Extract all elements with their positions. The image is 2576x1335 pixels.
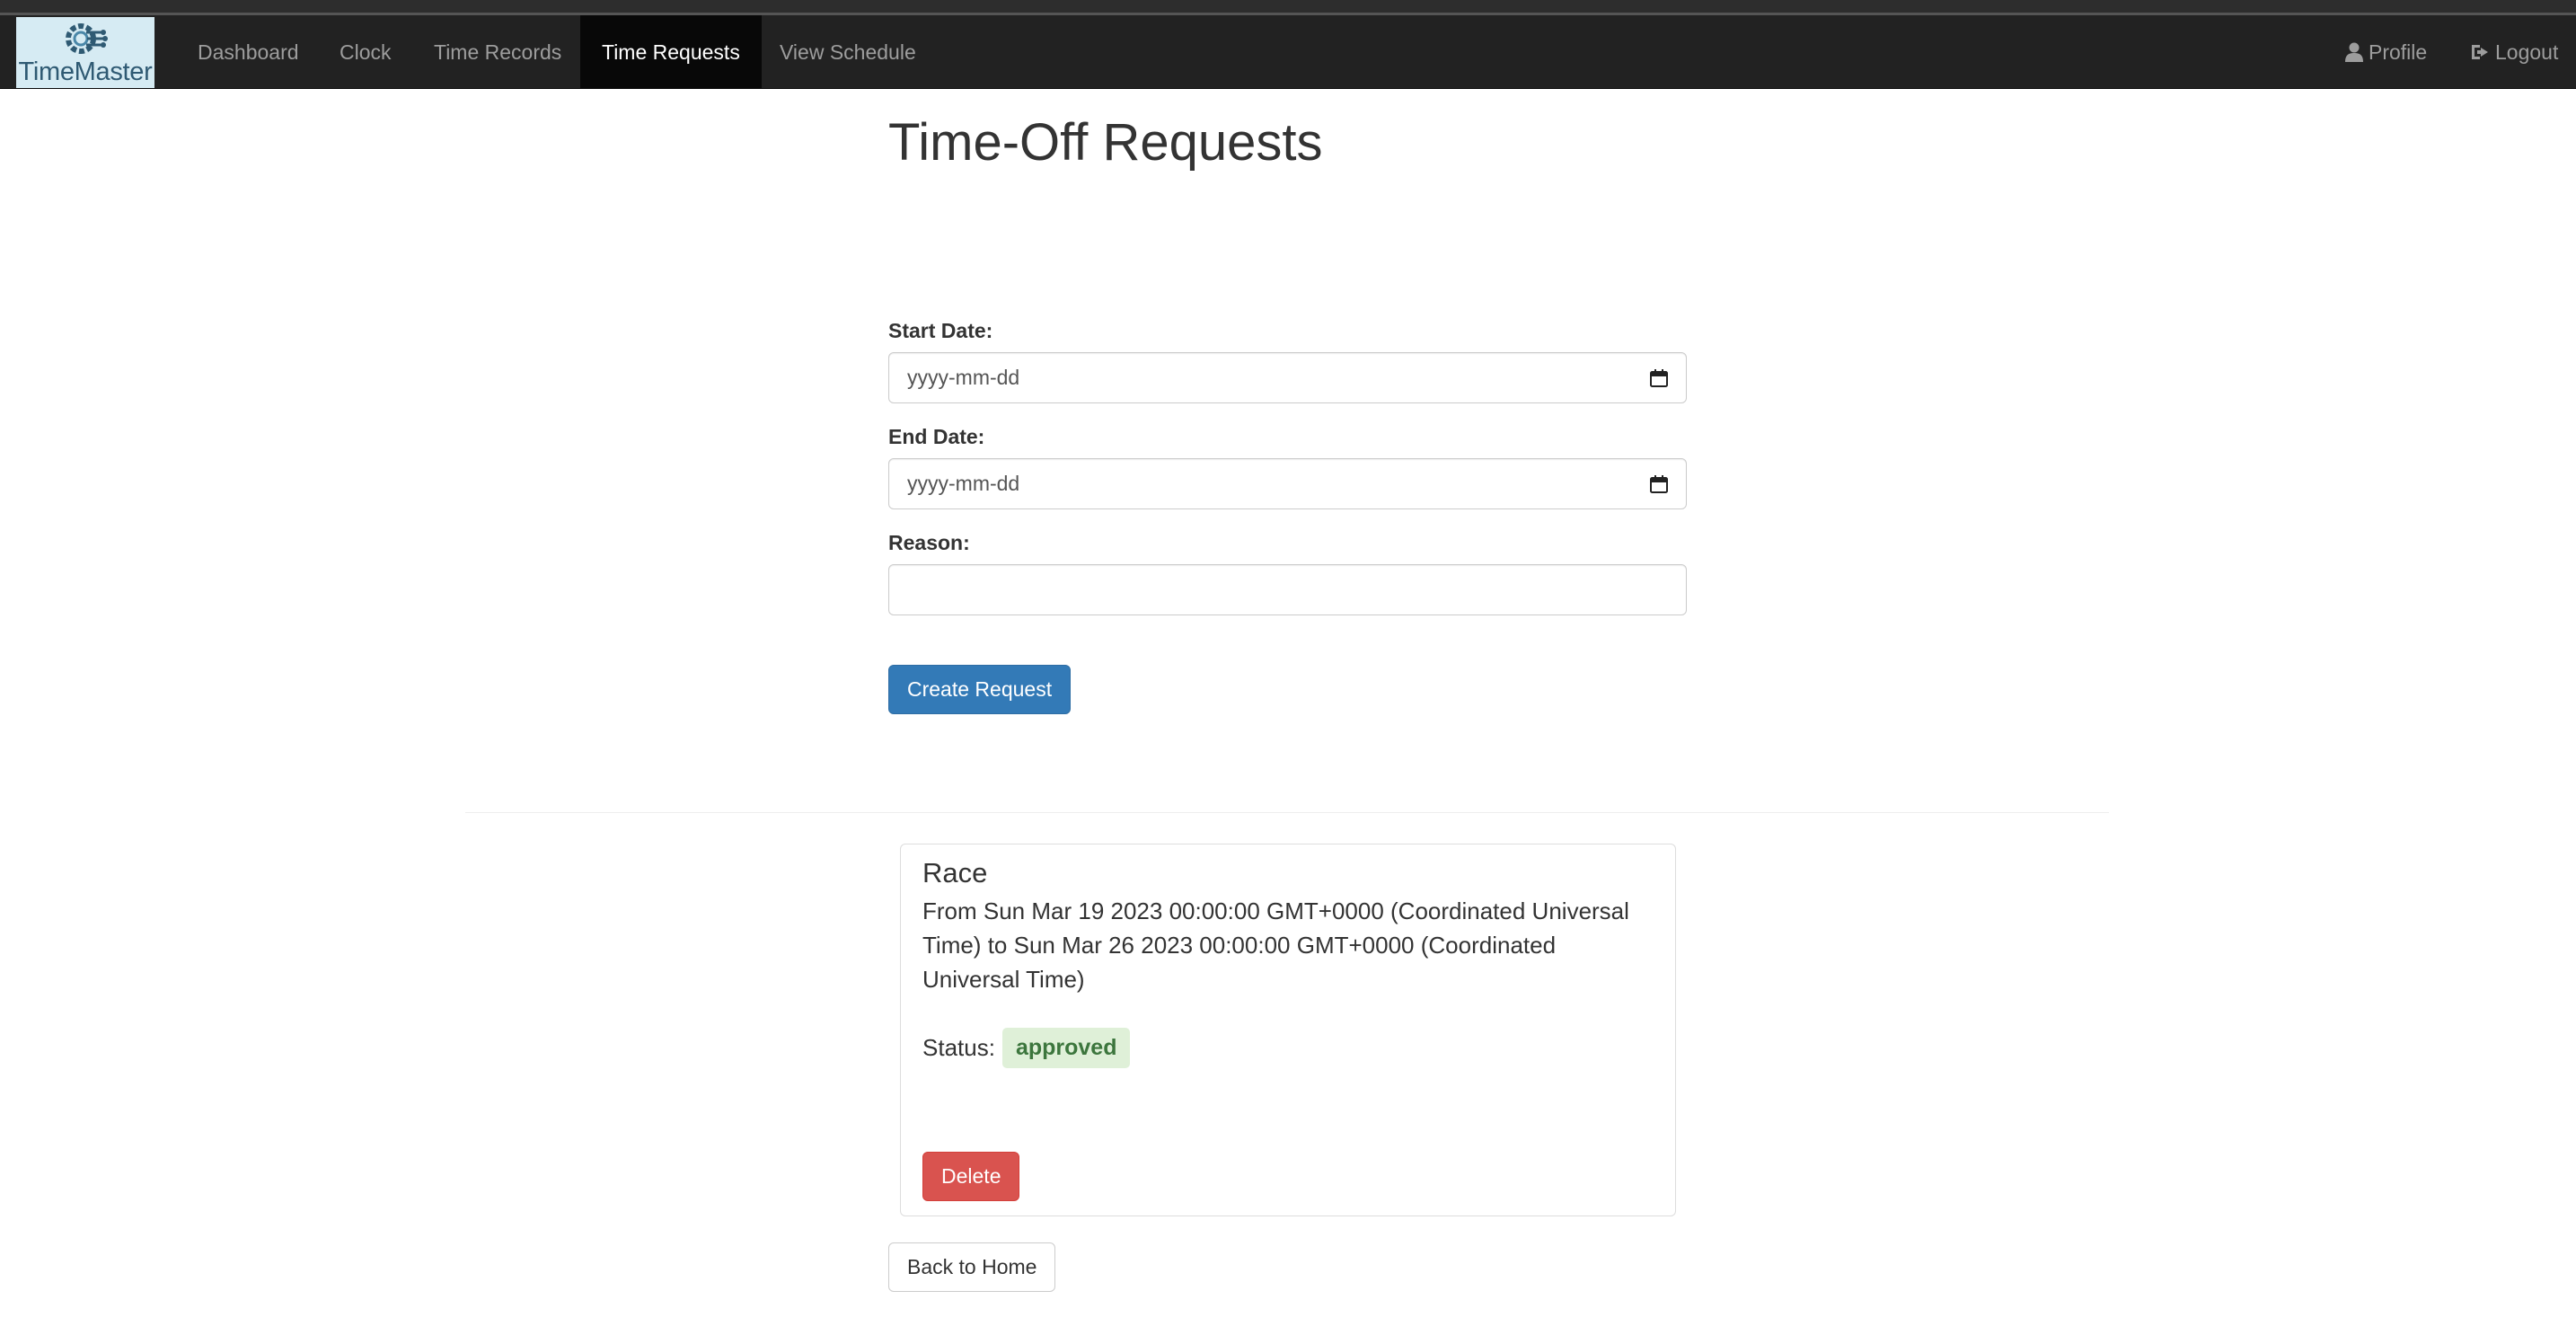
reason-input[interactable]: [888, 564, 1687, 615]
calendar-icon[interactable]: [1650, 368, 1668, 387]
nav-time-requests[interactable]: Time Requests: [580, 15, 762, 89]
nav-profile-label: Profile: [2369, 40, 2428, 64]
window-top-border: [0, 0, 2576, 15]
nav-time-records[interactable]: Time Records: [412, 15, 583, 89]
request-reason: Race: [922, 857, 988, 889]
reason-label: Reason:: [888, 531, 970, 554]
brand-logo[interactable]: TimeMaster: [16, 17, 154, 88]
start-date-input[interactable]: yyyy-mm-dd: [888, 352, 1687, 403]
end-date-placeholder: yyyy-mm-dd: [907, 472, 1020, 495]
status-label: Status:: [922, 1034, 995, 1061]
gear-circuit-logo-icon: [66, 23, 108, 54]
nav-logout-label: Logout: [2495, 40, 2559, 64]
logout-icon: [2472, 45, 2488, 59]
calendar-icon[interactable]: [1650, 474, 1668, 493]
end-date-label: End Date:: [888, 425, 985, 448]
start-date-label: Start Date:: [888, 319, 993, 342]
request-status-row: Status: approved: [922, 1028, 1131, 1068]
nav-clock[interactable]: Clock: [318, 15, 413, 89]
page-title: Time-Off Requests: [888, 113, 1323, 172]
status-badge: approved: [1001, 1028, 1131, 1068]
start-date-placeholder: yyyy-mm-dd: [907, 366, 1020, 389]
back-to-home-button[interactable]: Back to Home: [888, 1242, 1056, 1292]
request-card: Race From Sun Mar 19 2023 00:00:00 GMT+0…: [900, 844, 1676, 1216]
brand-name: TimeMaster: [18, 57, 153, 86]
section-divider: [465, 812, 2109, 813]
end-date-input[interactable]: yyyy-mm-dd: [888, 458, 1687, 509]
nav-view-schedule[interactable]: View Schedule: [758, 15, 938, 89]
create-request-button[interactable]: Create Request: [888, 665, 1072, 714]
nav-profile[interactable]: Profile: [2324, 15, 2448, 89]
request-dates: From Sun Mar 19 2023 00:00:00 GMT+0000 (…: [922, 897, 1629, 993]
nav-dashboard[interactable]: Dashboard: [176, 15, 321, 89]
user-icon: [2345, 42, 2363, 62]
nav-logout[interactable]: Logout: [2448, 15, 2576, 89]
delete-button[interactable]: Delete: [922, 1152, 1020, 1201]
